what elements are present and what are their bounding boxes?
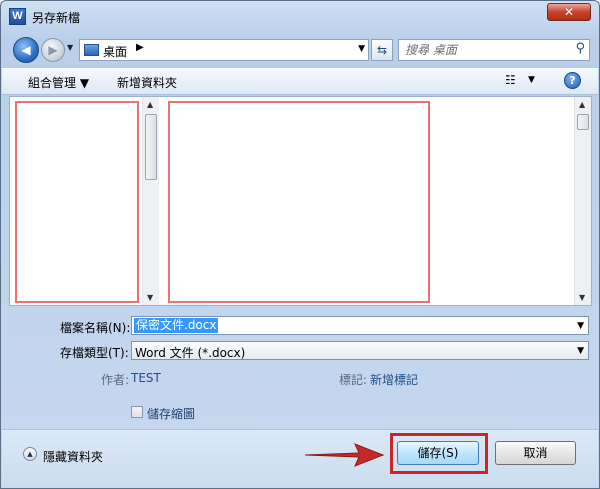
- view-options-icon[interactable]: ☷: [505, 73, 521, 87]
- scrollbar-thumb[interactable]: [577, 114, 589, 130]
- file-browser: ▲ ▼ ▲ ▼: [9, 96, 592, 306]
- help-icon[interactable]: ?: [564, 72, 581, 89]
- scroll-up-icon[interactable]: ▲: [579, 100, 585, 109]
- breadcrumb-arrow-icon[interactable]: ▶: [136, 42, 144, 53]
- forward-arrow-icon[interactable]: ▶: [41, 38, 65, 62]
- navigation-scrollbar[interactable]: ▲ ▼: [142, 97, 159, 305]
- collapse-chevron-icon[interactable]: ▲: [23, 447, 37, 461]
- address-bar[interactable]: 桌面 ▶ ▼: [79, 39, 369, 61]
- save-as-dialog: W 另存新檔 ✕ ◀ ▶ ▼ 桌面 ▶ ▼ ⇆ ⚲ 組合管理 ▼ 新增資料夾 ☷…: [0, 0, 600, 489]
- filetype-value: Word 文件 (*.docx): [135, 346, 246, 360]
- recent-locations-dropdown[interactable]: ▼: [67, 43, 73, 52]
- scroll-up-icon[interactable]: ▲: [147, 100, 153, 109]
- filename-field[interactable]: 保密文件.docx ▼: [131, 316, 589, 335]
- scroll-down-icon[interactable]: ▼: [579, 293, 585, 302]
- refresh-icon[interactable]: ⇆: [371, 39, 393, 61]
- save-thumbnail-label[interactable]: 儲存縮圖: [147, 405, 195, 422]
- window-title: 另存新檔: [32, 11, 81, 25]
- back-arrow-icon[interactable]: ◀: [13, 37, 39, 63]
- hide-folders-button[interactable]: 隱藏資料夾: [43, 448, 103, 465]
- filename-input[interactable]: 保密文件.docx: [134, 318, 219, 333]
- address-dropdown-icon[interactable]: ▼: [358, 44, 365, 54]
- navigation-pane[interactable]: [15, 101, 139, 303]
- filename-label: 檔案名稱(N):: [60, 321, 131, 335]
- computer-icon: [84, 44, 99, 56]
- command-toolbar: 組合管理 ▼ 新增資料夾 ☷ ▼ ?: [2, 67, 598, 95]
- scrollbar-thumb[interactable]: [145, 114, 157, 180]
- file-list-pane[interactable]: [168, 101, 430, 303]
- tags-label: 標記:: [339, 373, 368, 387]
- tags-value[interactable]: 新增標記: [370, 371, 418, 388]
- checkbox-icon[interactable]: [131, 406, 143, 418]
- chevron-down-icon[interactable]: ▼: [577, 321, 584, 331]
- filetype-select[interactable]: Word 文件 (*.docx) ▼: [131, 341, 589, 360]
- view-dropdown-icon[interactable]: ▼: [528, 75, 535, 85]
- title-bar: W 另存新檔 ✕: [1, 1, 599, 31]
- organize-menu[interactable]: 組合管理 ▼: [28, 74, 89, 91]
- cancel-button[interactable]: 取消: [495, 441, 576, 465]
- scroll-down-icon[interactable]: ▼: [147, 293, 153, 302]
- search-box[interactable]: ⚲: [398, 39, 590, 61]
- filetype-label: 存檔類型(T):: [60, 346, 129, 360]
- save-button[interactable]: 儲存(S): [397, 441, 479, 465]
- authors-value[interactable]: TEST: [131, 371, 161, 385]
- word-app-icon: W: [9, 8, 26, 25]
- authors-label: 作者:: [101, 373, 130, 387]
- chevron-down-icon[interactable]: ▼: [577, 346, 584, 356]
- search-input[interactable]: [403, 42, 563, 58]
- red-pointer-arrow: [304, 443, 385, 467]
- close-button[interactable]: ✕: [547, 3, 591, 21]
- breadcrumb-desktop[interactable]: 桌面: [103, 43, 127, 60]
- new-folder-button[interactable]: 新增資料夾: [117, 74, 177, 91]
- file-list-scrollbar[interactable]: ▲ ▼: [574, 97, 591, 305]
- search-icon[interactable]: ⚲: [575, 41, 585, 56]
